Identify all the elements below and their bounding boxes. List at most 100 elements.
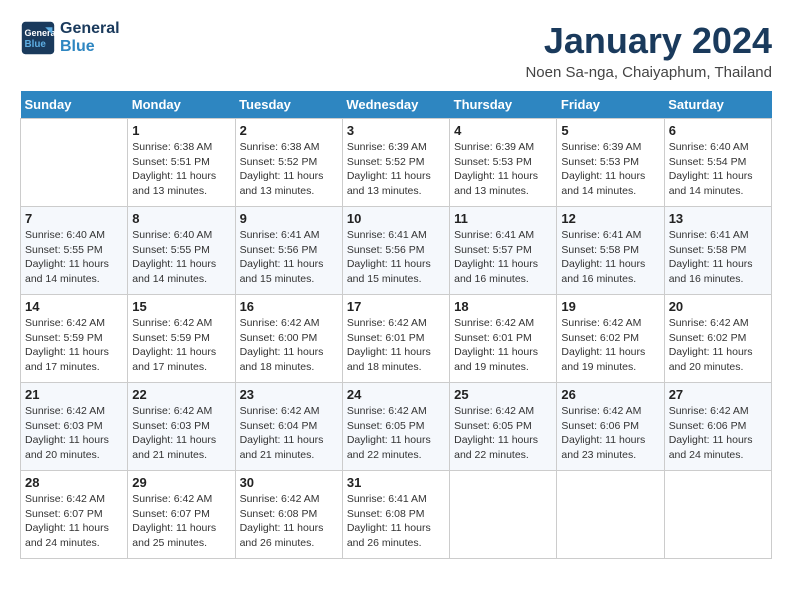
day-info: Sunrise: 6:42 AM Sunset: 6:00 PM Dayligh… (240, 316, 338, 375)
title-block: January 2024 Noen Sa-nga, Chaiyaphum, Th… (525, 20, 772, 81)
column-header-tuesday: Tuesday (235, 91, 342, 119)
day-number: 9 (240, 211, 338, 226)
column-header-sunday: Sunday (21, 91, 128, 119)
day-number: 29 (132, 475, 230, 490)
week-row-3: 14Sunrise: 6:42 AM Sunset: 5:59 PM Dayli… (21, 295, 772, 383)
day-info: Sunrise: 6:42 AM Sunset: 6:02 PM Dayligh… (669, 316, 767, 375)
calendar-cell: 8 Sunrise: 6:40 AM Sunset: 5:55 PM Daylig… (128, 207, 235, 295)
calendar-table: SundayMondayTuesdayWednesdayThursdayFrid… (20, 91, 772, 559)
day-info: Sunrise: 6:42 AM Sunset: 6:04 PM Dayligh… (240, 404, 338, 463)
day-number: 4 (454, 123, 552, 138)
day-number: 31 (347, 475, 445, 490)
day-number: 8 (132, 211, 230, 226)
day-number: 21 (25, 387, 123, 402)
day-info: Sunrise: 6:41 AM Sunset: 6:08 PM Dayligh… (347, 492, 445, 551)
header-row: SundayMondayTuesdayWednesdayThursdayFrid… (21, 91, 772, 119)
calendar-cell (664, 471, 771, 559)
calendar-cell: 27Sunrise: 6:42 AM Sunset: 6:06 PM Dayli… (664, 383, 771, 471)
day-number: 23 (240, 387, 338, 402)
calendar-cell: 16 Sunrise: 6:42 AM Sunset: 6:00 PM Dayli… (235, 295, 342, 383)
calendar-cell: 6Sunrise: 6:40 AM Sunset: 5:54 PM Daylig… (664, 119, 771, 207)
calendar-cell: 2 Sunrise: 6:38 AM Sunset: 5:52 PM Daylig… (235, 119, 342, 207)
day-info: Sunrise: 6:39 AM Sunset: 5:53 PM Dayligh… (454, 140, 552, 199)
day-number: 22 (132, 387, 230, 402)
calendar-cell: 18Sunrise: 6:42 AM Sunset: 6:01 PM Dayli… (450, 295, 557, 383)
day-number: 19 (561, 299, 659, 314)
calendar-cell: 10Sunrise: 6:41 AM Sunset: 5:56 PM Dayli… (342, 207, 449, 295)
column-header-friday: Friday (557, 91, 664, 119)
day-number: 25 (454, 387, 552, 402)
day-info: Sunrise: 6:41 AM Sunset: 5:58 PM Dayligh… (561, 228, 659, 287)
day-number: 24 (347, 387, 445, 402)
calendar-cell: 25Sunrise: 6:42 AM Sunset: 6:05 PM Dayli… (450, 383, 557, 471)
calendar-cell (557, 471, 664, 559)
logo-blue: Blue (60, 38, 120, 56)
calendar-cell: 5 Sunrise: 6:39 AM Sunset: 5:53 PM Daylig… (557, 119, 664, 207)
calendar-cell: 14Sunrise: 6:42 AM Sunset: 5:59 PM Dayli… (21, 295, 128, 383)
day-info: Sunrise: 6:42 AM Sunset: 6:02 PM Dayligh… (561, 316, 659, 375)
day-number: 10 (347, 211, 445, 226)
day-info: Sunrise: 6:42 AM Sunset: 5:59 PM Dayligh… (132, 316, 230, 375)
day-info: Sunrise: 6:42 AM Sunset: 6:01 PM Dayligh… (347, 316, 445, 375)
location-title: Noen Sa-nga, Chaiyaphum, Thailand (525, 64, 772, 81)
month-title: January 2024 (525, 20, 772, 62)
calendar-cell: 12 Sunrise: 6:41 AM Sunset: 5:58 PM Dayli… (557, 207, 664, 295)
calendar-cell: 26Sunrise: 6:42 AM Sunset: 6:06 PM Dayli… (557, 383, 664, 471)
day-number: 16 (240, 299, 338, 314)
column-header-saturday: Saturday (664, 91, 771, 119)
page-header: General Blue General Blue January 2024 N… (20, 20, 772, 81)
day-info: Sunrise: 6:42 AM Sunset: 6:07 PM Dayligh… (132, 492, 230, 551)
day-info: Sunrise: 6:42 AM Sunset: 6:03 PM Dayligh… (25, 404, 123, 463)
day-info: Sunrise: 6:41 AM Sunset: 5:58 PM Dayligh… (669, 228, 767, 287)
logo-icon: General Blue (20, 20, 56, 56)
calendar-cell: 31 Sunrise: 6:41 AM Sunset: 6:08 PM Dayli… (342, 471, 449, 559)
calendar-cell: 30Sunrise: 6:42 AM Sunset: 6:08 PM Dayli… (235, 471, 342, 559)
day-info: Sunrise: 6:39 AM Sunset: 5:52 PM Dayligh… (347, 140, 445, 199)
calendar-cell: 19 Sunrise: 6:42 AM Sunset: 6:02 PM Dayli… (557, 295, 664, 383)
day-number: 2 (240, 123, 338, 138)
calendar-cell: 20Sunrise: 6:42 AM Sunset: 6:02 PM Dayli… (664, 295, 771, 383)
day-number: 17 (347, 299, 445, 314)
day-number: 7 (25, 211, 123, 226)
calendar-cell: 13 Sunrise: 6:41 AM Sunset: 5:58 PM Dayli… (664, 207, 771, 295)
calendar-cell: 9 Sunrise: 6:41 AM Sunset: 5:56 PM Daylig… (235, 207, 342, 295)
svg-text:Blue: Blue (25, 39, 47, 50)
day-number: 12 (561, 211, 659, 226)
calendar-cell: 23 Sunrise: 6:42 AM Sunset: 6:04 PM Dayli… (235, 383, 342, 471)
day-info: Sunrise: 6:40 AM Sunset: 5:55 PM Dayligh… (25, 228, 123, 287)
day-info: Sunrise: 6:41 AM Sunset: 5:57 PM Dayligh… (454, 228, 552, 287)
calendar-cell: 4 Sunrise: 6:39 AM Sunset: 5:53 PM Daylig… (450, 119, 557, 207)
week-row-2: 7 Sunrise: 6:40 AM Sunset: 5:55 PM Daylig… (21, 207, 772, 295)
calendar-cell: 21 Sunrise: 6:42 AM Sunset: 6:03 PM Dayli… (21, 383, 128, 471)
calendar-cell: 17 Sunrise: 6:42 AM Sunset: 6:01 PM Dayli… (342, 295, 449, 383)
calendar-cell: 3Sunrise: 6:39 AM Sunset: 5:52 PM Daylig… (342, 119, 449, 207)
week-row-4: 21 Sunrise: 6:42 AM Sunset: 6:03 PM Dayli… (21, 383, 772, 471)
day-info: Sunrise: 6:40 AM Sunset: 5:55 PM Dayligh… (132, 228, 230, 287)
calendar-cell: 29 Sunrise: 6:42 AM Sunset: 6:07 PM Dayli… (128, 471, 235, 559)
day-info: Sunrise: 6:42 AM Sunset: 5:59 PM Dayligh… (25, 316, 123, 375)
day-number: 26 (561, 387, 659, 402)
calendar-cell: 7 Sunrise: 6:40 AM Sunset: 5:55 PM Daylig… (21, 207, 128, 295)
day-info: Sunrise: 6:41 AM Sunset: 5:56 PM Dayligh… (240, 228, 338, 287)
logo-general: General (60, 20, 120, 38)
day-number: 5 (561, 123, 659, 138)
day-info: Sunrise: 6:42 AM Sunset: 6:08 PM Dayligh… (240, 492, 338, 551)
day-number: 28 (25, 475, 123, 490)
day-info: Sunrise: 6:42 AM Sunset: 6:07 PM Dayligh… (25, 492, 123, 551)
day-info: Sunrise: 6:42 AM Sunset: 6:01 PM Dayligh… (454, 316, 552, 375)
calendar-cell (450, 471, 557, 559)
day-info: Sunrise: 6:40 AM Sunset: 5:54 PM Dayligh… (669, 140, 767, 199)
day-info: Sunrise: 6:38 AM Sunset: 5:51 PM Dayligh… (132, 140, 230, 199)
day-number: 11 (454, 211, 552, 226)
day-number: 13 (669, 211, 767, 226)
calendar-cell: 1 Sunrise: 6:38 AM Sunset: 5:51 PM Daylig… (128, 119, 235, 207)
calendar-cell (21, 119, 128, 207)
column-header-monday: Monday (128, 91, 235, 119)
day-number: 1 (132, 123, 230, 138)
logo: General Blue General Blue (20, 20, 120, 56)
calendar-cell: 15Sunrise: 6:42 AM Sunset: 5:59 PM Dayli… (128, 295, 235, 383)
calendar-cell: 28 Sunrise: 6:42 AM Sunset: 6:07 PM Dayli… (21, 471, 128, 559)
day-info: Sunrise: 6:38 AM Sunset: 5:52 PM Dayligh… (240, 140, 338, 199)
day-info: Sunrise: 6:42 AM Sunset: 6:03 PM Dayligh… (132, 404, 230, 463)
day-info: Sunrise: 6:39 AM Sunset: 5:53 PM Dayligh… (561, 140, 659, 199)
